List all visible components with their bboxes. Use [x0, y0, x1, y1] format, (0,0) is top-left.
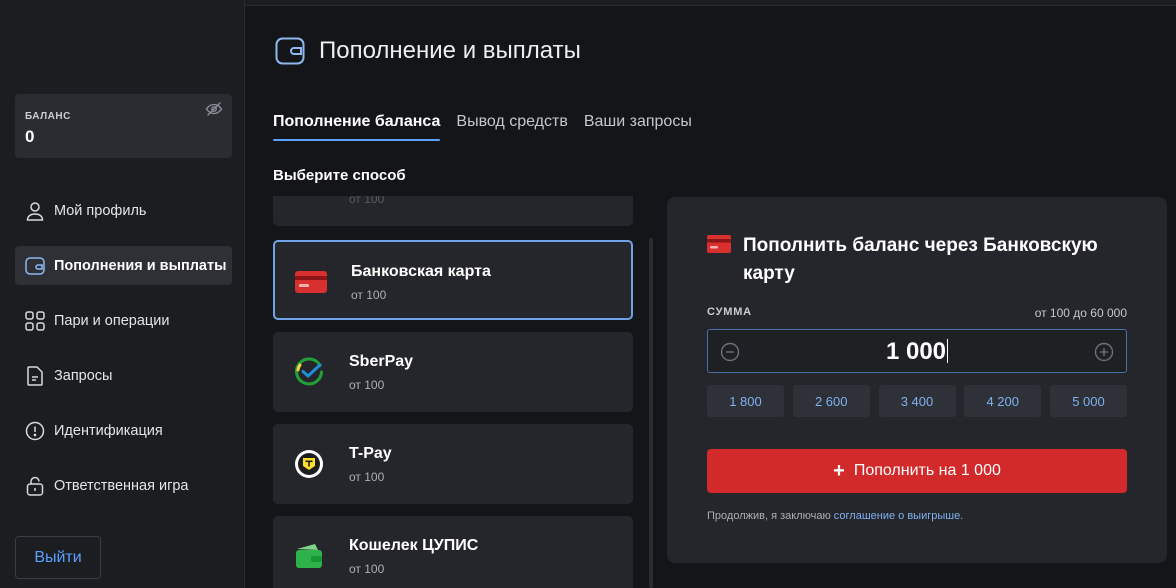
alert-circle-icon	[25, 421, 45, 441]
sidebar-item-profile[interactable]: Мой профиль	[15, 191, 232, 230]
sidebar-item-label: Пополнения и выплаты	[54, 257, 227, 274]
wallet-icon	[25, 256, 45, 276]
cupis-wallet-icon	[293, 540, 325, 572]
sidebar-item-label: Пари и операции	[54, 312, 170, 329]
payment-method-partial[interactable]: от 100	[273, 196, 633, 226]
methods-scrollbar[interactable]	[649, 238, 653, 588]
submit-label: Пополнить на 1 000	[853, 462, 1001, 479]
payment-methods-list: от 100 Банковская карта от 100 SberPay о…	[273, 196, 634, 588]
sum-label: СУММА	[707, 306, 752, 318]
preset-button[interactable]: 2 600	[792, 385, 870, 417]
sidebar-item-label: Запросы	[54, 367, 113, 384]
deposit-panel: Пополнить баланс через Банковскую карту …	[667, 197, 1167, 563]
bank-card-icon	[707, 235, 731, 253]
tab-deposit[interactable]: Пополнение баланса	[273, 113, 441, 141]
agreement-prefix: Продолжив, я заключаю	[707, 510, 834, 522]
amount-input[interactable]: 1 000	[707, 329, 1127, 373]
sidebar-item-deposits[interactable]: Пополнения и выплаты	[15, 246, 232, 285]
tab-requests[interactable]: Ваши запросы	[584, 113, 692, 141]
payment-method-sberpay[interactable]: SberPay от 100	[273, 332, 633, 412]
tab-withdraw[interactable]: Вывод средств	[456, 113, 567, 141]
tab-bar: Пополнение баланса Вывод средств Ваши за…	[273, 113, 708, 143]
amount-presets: 1 800 2 600 3 400 4 200 5 000	[707, 385, 1127, 417]
agreement-text: Продолжив, я заключаю соглашение о выигр…	[707, 510, 963, 522]
payment-method-cupis[interactable]: Кошелек ЦУПИС от 100	[273, 516, 633, 588]
method-min: от 100	[349, 378, 385, 392]
balance-value: 0	[25, 127, 35, 146]
sum-range: от 100 до 60 000	[1034, 306, 1127, 320]
tpay-icon	[293, 448, 325, 480]
sidebar-item-requests[interactable]: Запросы	[15, 356, 232, 395]
plus-circle-icon[interactable]	[1094, 342, 1114, 362]
user-icon	[25, 201, 45, 221]
method-min: от 100	[351, 288, 387, 302]
sidebar-item-responsible-gaming[interactable]: Ответственная игра	[15, 466, 232, 505]
preset-button[interactable]: 5 000	[1050, 385, 1127, 417]
sidebar-item-label: Мой профиль	[54, 202, 147, 219]
preset-button[interactable]: 1 800	[707, 385, 784, 417]
balance-card: БАЛАНС 0	[15, 94, 232, 158]
lock-icon	[25, 476, 45, 496]
eye-hidden-icon[interactable]	[205, 100, 223, 118]
sberpay-icon	[293, 356, 325, 388]
text-caret	[947, 339, 949, 363]
document-icon	[25, 365, 45, 386]
balance-label: БАЛАНС	[25, 111, 71, 122]
method-min: от 100	[349, 470, 385, 484]
bank-card-icon	[295, 266, 327, 298]
sidebar-item-label: Идентификация	[54, 422, 163, 439]
payment-method-tpay[interactable]: T-Pay от 100	[273, 424, 633, 504]
method-min: от 100	[349, 196, 385, 206]
method-min: от 100	[349, 562, 385, 576]
method-name: Банковская карта	[351, 263, 491, 280]
plus-icon: +	[833, 459, 845, 482]
amount-value[interactable]: 1 000	[708, 338, 1126, 366]
method-name: Кошелек ЦУПИС	[349, 537, 479, 554]
preset-button[interactable]: 3 400	[878, 385, 956, 417]
preset-button[interactable]: 4 200	[964, 385, 1042, 417]
logout-button[interactable]: Выйти	[15, 536, 101, 579]
wallet-icon	[275, 37, 305, 65]
page-title: Пополнение и выплаты	[319, 37, 581, 64]
grid-icon	[25, 310, 45, 331]
panel-title: Пополнить баланс через Банковскую карту	[743, 235, 1098, 284]
amount-text: 1 000	[885, 338, 947, 365]
submit-deposit-button[interactable]: + Пополнить на 1 000	[707, 449, 1127, 493]
agreement-suffix: .	[960, 510, 964, 522]
sidebar-item-bets[interactable]: Пари и операции	[15, 301, 232, 340]
method-name: T-Pay	[349, 445, 392, 462]
sidebar-item-label: Ответственная игра	[54, 477, 189, 494]
method-name: SberPay	[349, 353, 414, 370]
sidebar: БАЛАНС 0 Мой профиль Пополнения и выплат…	[0, 0, 245, 588]
payment-method-bank-card[interactable]: Банковская карта от 100	[273, 240, 633, 320]
agreement-link[interactable]: соглашение о выигрыше	[834, 510, 960, 522]
methods-title: Выберите способ	[273, 167, 406, 184]
sidebar-item-identification[interactable]: Идентификация	[15, 411, 232, 450]
